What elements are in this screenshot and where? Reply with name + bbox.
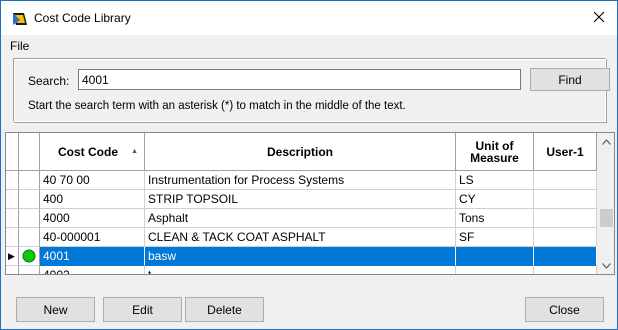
column-header-description[interactable]: Description: [145, 133, 456, 171]
cost-code-cell[interactable]: 400: [40, 190, 145, 209]
status-cell: [19, 190, 40, 209]
description-cell[interactable]: Instrumentation for Process Systems: [145, 171, 456, 190]
status-cell: [19, 247, 40, 266]
cost-code-library-window: Cost Code Library File Search: Find Star…: [0, 0, 618, 330]
table-row[interactable]: 4000 Asphalt Tons: [6, 209, 597, 228]
row-header[interactable]: [6, 190, 19, 209]
status-cell: [19, 228, 40, 247]
table-row-selected[interactable]: ▶ 4001 basw: [6, 247, 597, 266]
window-title: Cost Code Library: [34, 11, 131, 25]
cost-code-cell[interactable]: 4000: [40, 209, 145, 228]
edit-button[interactable]: Edit: [103, 297, 182, 322]
unit-cell[interactable]: [456, 266, 534, 274]
user1-cell[interactable]: [534, 190, 597, 209]
description-cell[interactable]: STRIP TOPSOIL: [145, 190, 456, 209]
chevron-up-icon: [602, 138, 611, 145]
current-row-indicator[interactable]: ▶: [6, 247, 19, 266]
column-header-user-1[interactable]: User-1: [534, 133, 597, 171]
user1-cell[interactable]: [534, 266, 597, 274]
close-window-button[interactable]: [587, 5, 611, 29]
scroll-up-button[interactable]: [598, 133, 614, 150]
description-cell[interactable]: basw: [145, 247, 456, 266]
user1-cell[interactable]: [534, 171, 597, 190]
column-header-unit-of-measure[interactable]: Unit of Measure: [456, 133, 534, 171]
column-header-cost-code[interactable]: Cost Code ▲: [40, 133, 145, 171]
table-row[interactable]: 400 STRIP TOPSOIL CY: [6, 190, 597, 209]
status-column-header: [19, 133, 40, 171]
menu-bar: File: [1, 35, 617, 55]
row-header-corner: [6, 133, 19, 171]
unit-cell[interactable]: [456, 247, 534, 266]
delete-button[interactable]: Delete: [185, 297, 264, 322]
cost-code-cell[interactable]: 4002: [40, 266, 145, 274]
search-label: Search:: [28, 74, 70, 88]
search-panel: Search: Find Start the search term with …: [13, 58, 610, 122]
scroll-thumb[interactable]: [600, 209, 613, 227]
row-header[interactable]: [6, 228, 19, 247]
unit-cell[interactable]: SF: [456, 228, 534, 247]
search-input[interactable]: [78, 69, 521, 90]
vertical-scrollbar[interactable]: [597, 133, 614, 274]
close-button[interactable]: Close: [525, 297, 604, 322]
table-row[interactable]: 4002 t: [6, 266, 597, 274]
menu-file[interactable]: File: [10, 39, 29, 53]
column-header-cost-code-label: Cost Code: [58, 144, 118, 159]
new-button[interactable]: New: [16, 297, 95, 322]
status-green-dot-icon: [22, 249, 36, 263]
description-cell[interactable]: t: [145, 266, 456, 274]
description-cell[interactable]: Asphalt: [145, 209, 456, 228]
unit-cell[interactable]: CY: [456, 190, 534, 209]
cost-code-cell[interactable]: 4001: [40, 247, 145, 266]
cost-code-grid: Cost Code ▲ Description Unit of Measure …: [5, 132, 615, 275]
cost-code-cell[interactable]: 40-000001: [40, 228, 145, 247]
search-hint: Start the search term with an asterisk (…: [28, 100, 406, 112]
user1-cell[interactable]: [534, 209, 597, 228]
chevron-down-icon: [602, 262, 611, 269]
grid-body: Cost Code ▲ Description Unit of Measure …: [6, 133, 597, 274]
unit-cell[interactable]: Tons: [456, 209, 534, 228]
unit-header-line2: Measure: [470, 150, 519, 165]
close-icon: [593, 11, 605, 23]
row-header[interactable]: [6, 171, 19, 190]
row-header[interactable]: [6, 266, 19, 274]
status-cell: [19, 209, 40, 228]
status-cell: [19, 171, 40, 190]
description-cell[interactable]: CLEAN & TACK COAT ASPHALT: [145, 228, 456, 247]
table-row[interactable]: 40 70 00 Instrumentation for Process Sys…: [6, 171, 597, 190]
unit-header-line1: Unit of: [475, 138, 514, 153]
user1-cell[interactable]: [534, 228, 597, 247]
unit-cell[interactable]: LS: [456, 171, 534, 190]
cost-code-app-icon: [12, 11, 28, 27]
user1-cell[interactable]: [534, 247, 597, 266]
row-header[interactable]: [6, 209, 19, 228]
find-button[interactable]: Find: [530, 68, 610, 91]
scroll-down-button[interactable]: [598, 257, 614, 274]
sort-ascending-icon: ▲: [131, 148, 138, 155]
title-bar: Cost Code Library: [1, 1, 617, 35]
status-cell: [19, 266, 40, 274]
cost-code-cell[interactable]: 40 70 00: [40, 171, 145, 190]
table-row[interactable]: 40-000001 CLEAN & TACK COAT ASPHALT SF: [6, 228, 597, 247]
